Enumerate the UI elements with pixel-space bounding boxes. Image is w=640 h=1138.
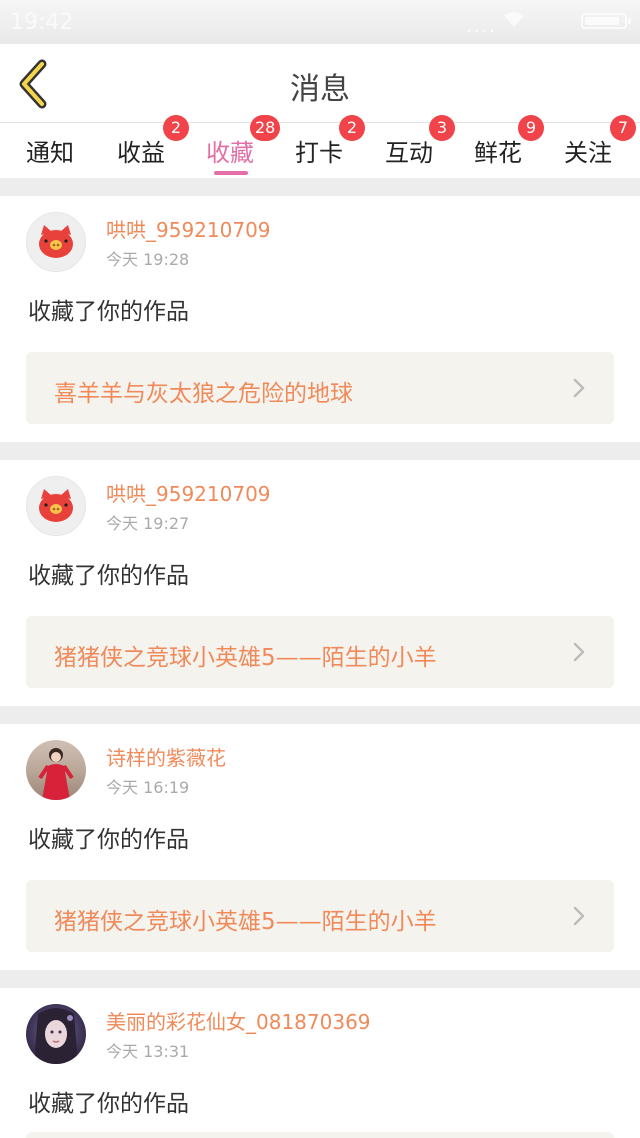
message-action: 收藏了你的作品	[28, 827, 189, 853]
message-card: 哄哄_959210709 今天 19:28 收藏了你的作品 喜羊羊与灰太狼之危险…	[0, 196, 640, 442]
tab-badge: 9	[518, 115, 544, 141]
message-time: 今天 13:31	[106, 1042, 190, 1061]
battery-icon	[581, 13, 631, 29]
tab-label: 通知	[26, 139, 74, 167]
tab-underline	[214, 171, 248, 175]
message-time: 今天 19:27	[106, 514, 190, 533]
tab-bar: 通知 收益 2 收藏 28 打卡 2 互动 3 鲜花 9 关注 7	[0, 115, 640, 178]
tab-badge: 2	[339, 115, 365, 141]
tab-label: 收益	[117, 139, 165, 167]
chevron-right-icon	[573, 906, 585, 926]
status-time: 19:42	[10, 10, 74, 35]
signal-icon: ....	[466, 16, 497, 37]
fairy-photo-icon	[34, 1008, 78, 1064]
message-card: 美丽的彩花仙女_081870369 今天 13:31 收藏了你的作品	[0, 988, 640, 1138]
username[interactable]: 哄哄_959210709	[106, 214, 271, 243]
work-link[interactable]: 喜羊羊与灰太狼之危险的地球	[26, 352, 614, 424]
work-link[interactable]: 猪猪侠之竞球小英雄5——陌生的小羊	[26, 616, 614, 688]
avatar[interactable]	[26, 476, 86, 536]
chevron-right-icon	[573, 378, 585, 398]
status-bar: 19:42 ....	[0, 0, 640, 44]
work-link[interactable]	[26, 1132, 614, 1138]
wifi-icon	[504, 12, 524, 27]
message-action: 收藏了你的作品	[28, 299, 189, 325]
message-action: 收藏了你的作品	[28, 563, 189, 589]
work-title: 喜羊羊与灰太狼之危险的地球	[54, 381, 353, 407]
tab-badge: 28	[250, 115, 281, 141]
header: 消息	[0, 44, 640, 123]
avatar[interactable]	[26, 1004, 86, 1064]
work-title: 猪猪侠之竞球小英雄5——陌生的小羊	[54, 645, 437, 671]
tab-badge: 3	[429, 115, 455, 141]
message-time: 今天 16:19	[106, 778, 190, 797]
tab-badge: 2	[163, 115, 189, 141]
username[interactable]: 美丽的彩花仙女_081870369	[106, 1006, 371, 1035]
girl-photo-icon	[38, 748, 74, 800]
tab-label: 关注	[564, 139, 612, 167]
avatar[interactable]	[26, 740, 86, 800]
message-time: 今天 19:28	[106, 250, 190, 269]
tab-label: 收藏	[206, 139, 254, 167]
message-action: 收藏了你的作品	[28, 1091, 189, 1117]
message-card: 诗样的紫薇花 今天 16:19 收藏了你的作品 猪猪侠之竞球小英雄5——陌生的小…	[0, 724, 640, 970]
chevron-right-icon	[573, 642, 585, 662]
avatar[interactable]	[26, 212, 86, 272]
work-link[interactable]: 猪猪侠之竞球小英雄5——陌生的小羊	[26, 880, 614, 952]
work-title: 猪猪侠之竞球小英雄5——陌生的小羊	[54, 909, 437, 935]
tab-label: 互动	[385, 139, 433, 167]
message-card: 哄哄_959210709 今天 19:27 收藏了你的作品 猪猪侠之竞球小英雄5…	[0, 460, 640, 706]
battery-level	[585, 17, 619, 25]
tab-label: 鲜花	[474, 139, 522, 167]
username[interactable]: 哄哄_959210709	[106, 478, 271, 507]
tab-badge: 7	[610, 115, 636, 141]
tab-label: 打卡	[295, 139, 343, 167]
page-title: 消息	[290, 72, 350, 107]
pig-icon	[39, 225, 73, 258]
pig-icon	[39, 489, 73, 522]
username[interactable]: 诗样的紫薇花	[106, 742, 226, 771]
